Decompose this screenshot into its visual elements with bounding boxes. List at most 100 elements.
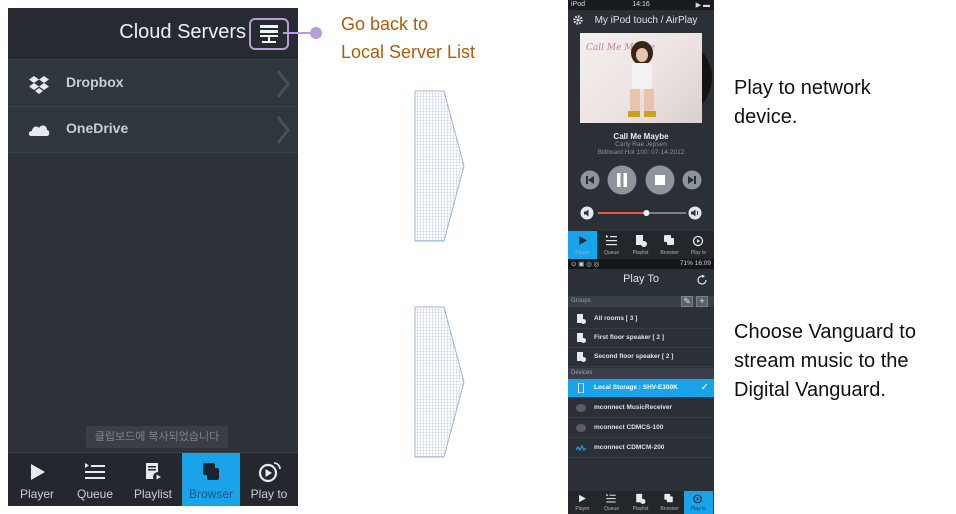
- tab-label: Player: [575, 250, 590, 256]
- tab-label: Queue: [76, 487, 114, 501]
- tab-playlist[interactable]: Playlist: [626, 231, 655, 259]
- playlist-icon: [636, 493, 646, 504]
- tab-queue[interactable]: Queue: [597, 491, 626, 514]
- status-time: 71% 16:09: [679, 260, 711, 267]
- chart-info: Billboard Hot 100: 07-14-2012: [597, 149, 685, 156]
- list-item-dropbox[interactable]: Dropbox: [8, 61, 298, 107]
- tab-label: Player: [19, 487, 54, 501]
- next-button[interactable]: [682, 170, 702, 190]
- tab-playlist[interactable]: Playlist: [124, 453, 182, 506]
- tab-browser[interactable]: Browser: [182, 453, 240, 506]
- group-icon: [577, 314, 586, 324]
- queue-icon: [606, 493, 616, 503]
- tab-label: Browser: [660, 506, 679, 512]
- browser-icon: [203, 463, 219, 480]
- pause-button[interactable]: [607, 165, 637, 195]
- wave-icon: [576, 444, 586, 452]
- device-item-selected[interactable]: Local Storage : SHV-E300K ✓: [568, 379, 714, 398]
- tab-label: Play to: [690, 506, 707, 512]
- tab-play-to[interactable]: Play to: [684, 491, 713, 514]
- chevron-right-icon: [276, 70, 290, 98]
- server-list-icon: [260, 25, 278, 43]
- group-icon: [577, 333, 586, 343]
- tab-label: Browser: [188, 487, 233, 501]
- list-item-onedrive[interactable]: OneDrive: [8, 107, 298, 153]
- playlist-icon: [636, 235, 647, 247]
- tab-player[interactable]: Player: [568, 491, 597, 514]
- group-item[interactable]: First floor speaker [ 2 ]: [568, 329, 714, 348]
- screen-title: My iPod touch / AirPlay: [594, 15, 698, 26]
- browser-icon: [664, 235, 674, 245]
- toast-message: 클립보드에 복사되었습니다: [86, 426, 228, 448]
- status-time: 14:16: [632, 1, 650, 8]
- refresh-icon[interactable]: [696, 274, 708, 286]
- list-item-label: Dropbox: [66, 74, 124, 90]
- group-icon: [577, 352, 586, 362]
- play-to-icon: [692, 235, 704, 247]
- add-group-button[interactable]: +: [696, 296, 708, 307]
- tab-play-to[interactable]: Play to: [684, 231, 713, 259]
- device-item[interactable]: mconnect CDMCS-100: [568, 419, 714, 438]
- volume-fill: [598, 212, 647, 214]
- group-item[interactable]: Second floor speaker [ 2 ]: [568, 348, 714, 367]
- tab-label: Queue: [603, 250, 619, 256]
- status-bar: ⊙ ▣ ◎ ◎ 71% 16:09: [568, 259, 714, 269]
- play-to-icon: [258, 462, 281, 483]
- caption-line: Play to network: [734, 77, 871, 99]
- play-icon: [31, 464, 45, 480]
- stop-button[interactable]: [645, 165, 675, 195]
- group-label: First floor speaker [ 2 ]: [594, 334, 665, 341]
- tab-label: Playlist: [133, 487, 172, 501]
- tab-player[interactable]: Player: [8, 453, 66, 506]
- playback-controls: [568, 163, 714, 197]
- now-playing-screen: iPod 14:16 ▶ ▬ My iPod touch / AirPlay C…: [568, 0, 714, 259]
- tab-playlist[interactable]: Playlist: [626, 491, 655, 514]
- tab-queue[interactable]: Queue: [597, 231, 626, 259]
- playlist-icon: [146, 463, 163, 482]
- tab-label: Playlist: [632, 506, 649, 512]
- caption-line: Digital Vanguard.: [734, 379, 886, 401]
- device-item[interactable]: mconnect CDMCM-200: [568, 439, 714, 458]
- edit-group-button[interactable]: ✎: [681, 296, 693, 307]
- volume-up-icon: [688, 206, 702, 220]
- note-line: Go back to: [341, 14, 429, 34]
- note-line: Local Server List: [341, 42, 476, 62]
- tab-player[interactable]: Player: [568, 231, 597, 259]
- device-label: mconnect MusicReceiver: [594, 404, 673, 411]
- tab-label: Playlist: [632, 250, 649, 256]
- caption-line: Choose Vanguard to: [734, 321, 916, 343]
- arrow-right-icon: [414, 306, 465, 458]
- group-item[interactable]: All rooms [ 3 ]: [568, 310, 714, 329]
- group-label: Second floor speaker [ 2 ]: [594, 353, 674, 360]
- tab-label: Play to: [690, 250, 707, 256]
- tab-bar: Player Queue Playlist Browser Play to: [568, 491, 714, 514]
- caption-play-to: Play to network device.: [734, 74, 871, 132]
- header-bar: Cloud Servers: [8, 8, 298, 60]
- group-label: All rooms [ 3 ]: [594, 315, 638, 322]
- artist-figure: [628, 41, 656, 117]
- checkmark-icon: ✓: [700, 382, 709, 393]
- dropbox-icon: [29, 76, 49, 94]
- tab-label: Queue: [603, 506, 619, 512]
- tab-bar: Player Queue Playlist Browser Play to: [568, 231, 714, 259]
- queue-icon: [85, 463, 105, 479]
- play-to-screen: ⊙ ▣ ◎ ◎ 71% 16:09 Play To Groups ✎ + All…: [568, 259, 714, 514]
- play-to-icon: [693, 494, 702, 504]
- tab-label: Browser: [660, 250, 679, 256]
- tab-play-to[interactable]: Play to: [240, 453, 298, 506]
- queue-icon: [606, 235, 617, 246]
- tab-browser[interactable]: Browser: [655, 231, 684, 259]
- volume-track[interactable]: [598, 210, 686, 216]
- list-item-label: OneDrive: [66, 120, 129, 136]
- receiver-icon: [576, 404, 586, 412]
- device-label: mconnect CDMCM-200: [594, 444, 665, 451]
- volume-down-icon: [580, 206, 594, 220]
- annotation-connector: [283, 27, 322, 39]
- tab-browser[interactable]: Browser: [655, 491, 684, 514]
- previous-button[interactable]: [580, 170, 600, 190]
- tab-queue[interactable]: Queue: [66, 453, 124, 506]
- receiver-icon: [576, 424, 586, 432]
- device-item[interactable]: mconnect MusicReceiver: [568, 399, 714, 418]
- volume-slider[interactable]: [568, 203, 714, 223]
- volume-knob[interactable]: [643, 210, 650, 216]
